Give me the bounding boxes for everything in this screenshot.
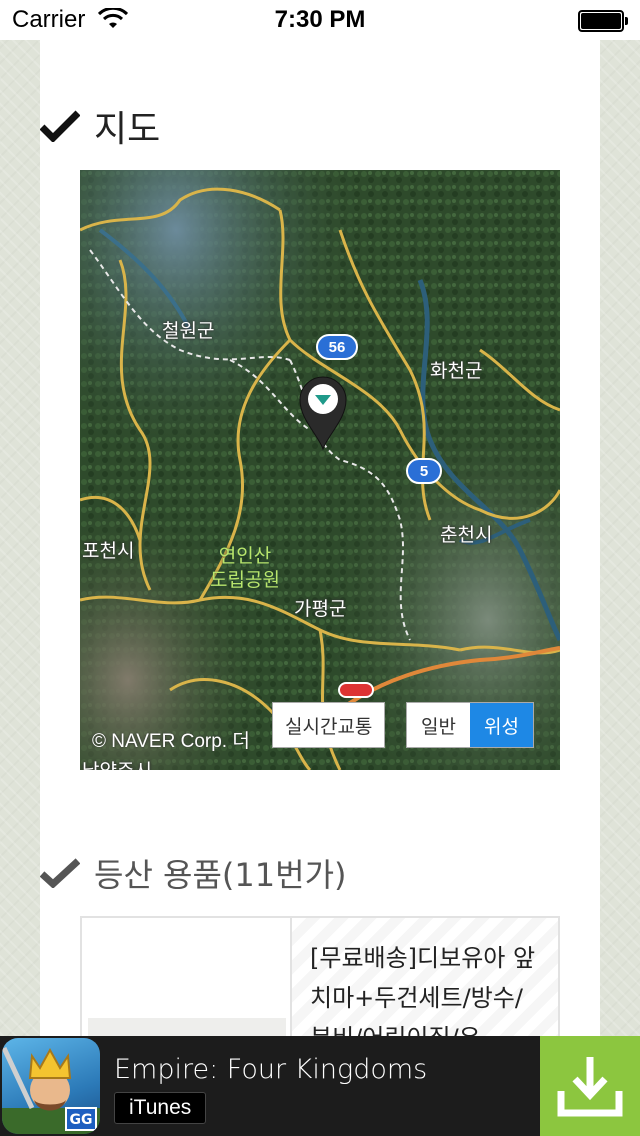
map-copyright: © NAVER Corp. 더 [92, 731, 250, 752]
map-section-title: 지도 [40, 100, 160, 152]
route-56-badge: 56 [316, 334, 358, 360]
map-label-chuncheon: 춘천시 [440, 524, 493, 546]
gear-section-title: 등산 용품(11번가) [40, 850, 347, 896]
product-image[interactable] [82, 918, 292, 1044]
itunes-badge: iTunes [114, 1092, 207, 1124]
map-title-text: 지도 [94, 109, 161, 150]
map-type-satellite-button[interactable]: 위성 [469, 703, 533, 747]
clock: 7:30 PM [274, 6, 366, 33]
map-type-toggle: 일반 위성 [406, 702, 534, 748]
game-app-icon[interactable]: GG [2, 1038, 100, 1134]
ad-banner[interactable]: GG Empire: Four Kingdoms iTunes [0, 1036, 640, 1136]
ad-title: Empire: Four Kingdoms [114, 1054, 428, 1085]
download-button[interactable] [540, 1036, 640, 1136]
map-label-namyangju: 남양주시 [82, 756, 152, 770]
route-5-badge: 5 [406, 458, 442, 484]
gear-title-text: 등산 용품(11번가) [94, 856, 347, 894]
highway-badge-icon [338, 682, 374, 698]
status-bar: Carrier 7:30 PM [0, 0, 640, 40]
battery-icon [578, 10, 628, 32]
map-label-cheorwon: 철원군 [162, 320, 215, 342]
map-label-gapyeong: 가평군 [294, 598, 347, 620]
satellite-map[interactable]: 철원군 화천군 포천시 연인산 도립공원 가평군 춘천시 남양주시 56 5 ©… [80, 170, 560, 770]
product-card[interactable]: [무료배송]디보유아 앞치마+두건세트/방수/분비/어린이집/유 [80, 916, 560, 1046]
download-icon [557, 1057, 623, 1117]
location-pin-icon[interactable] [298, 375, 348, 451]
svg-text:GG: GG [70, 1112, 93, 1128]
map-label-hwacheon: 화천군 [430, 360, 483, 382]
map-terrain [80, 170, 560, 770]
map-label-park: 연인산 도립공원 [210, 545, 280, 591]
map-type-normal-button[interactable]: 일반 [407, 703, 470, 747]
king-icon: GG [2, 1046, 100, 1134]
product-description[interactable]: [무료배송]디보유아 앞치마+두건세트/방수/분비/어린이집/유 [292, 918, 558, 1044]
realtime-traffic-button[interactable]: 실시간교통 [272, 702, 386, 748]
checkmark-icon [40, 110, 80, 142]
checkmark-icon [40, 858, 80, 888]
map-label-pocheon: 포천시 [82, 540, 135, 562]
